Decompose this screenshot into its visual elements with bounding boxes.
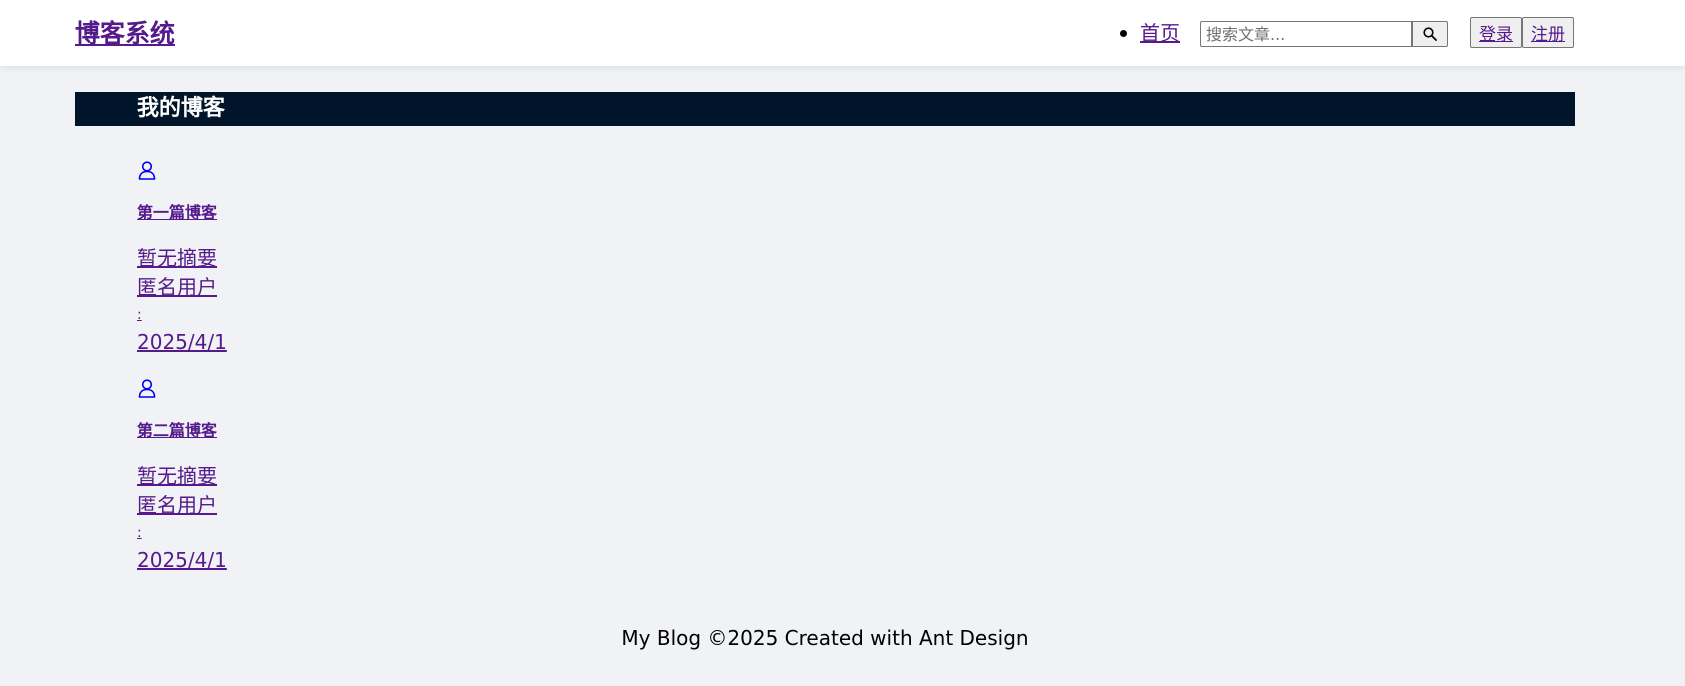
register-label: 注册 [1531,25,1565,45]
post-separator[interactable]: : [137,520,437,546]
page-title: 我的博客 [137,96,226,121]
post-author[interactable]: 匿名用户 [137,491,437,520]
post-meta: 暂无摘要 匿名用户 : 2025/4/1 [137,462,437,575]
list-bullet [1120,30,1127,37]
search-bar [1200,21,1448,47]
post-separator[interactable]: : [137,302,437,328]
search-input[interactable] [1200,21,1412,47]
login-label: 登录 [1479,25,1513,45]
post-title-link[interactable]: 第一篇博客 [137,203,217,222]
register-button[interactable]: 注册 [1522,17,1574,48]
post-title-link[interactable]: 第二篇博客 [137,421,217,440]
post-date[interactable]: 2025/4/1 [137,328,437,357]
auth-buttons: 登录 注册 [1470,17,1574,48]
post-summary[interactable]: 暂无摘要 [137,462,437,491]
user-icon [138,161,156,180]
post-title: 第二篇博客 [137,420,437,442]
post-item[interactable]: 第二篇博客 暂无摘要 匿名用户 : 2025/4/1 [137,378,437,575]
search-icon [1423,27,1437,41]
main-nav: 首页 [1120,18,1180,48]
top-navbar: 博客系统 首页 登录 注册 [0,0,1685,66]
user-icon [138,379,156,398]
site-logo-link[interactable]: 博客系统 [75,17,175,51]
nav-item-home: 首页 [1120,18,1180,48]
login-button[interactable]: 登录 [1470,17,1522,48]
search-button[interactable] [1412,21,1448,47]
post-author[interactable]: 匿名用户 [137,273,437,302]
nav-link-home[interactable]: 首页 [1140,21,1180,45]
post-date[interactable]: 2025/4/1 [137,546,437,575]
post-meta: 暂无摘要 匿名用户 : 2025/4/1 [137,244,437,357]
post-item[interactable]: 第一篇博客 暂无摘要 匿名用户 : 2025/4/1 [137,160,437,357]
post-title: 第一篇博客 [137,202,437,224]
footer-text: My Blog ©2025 Created with Ant Design [621,626,1029,650]
page-header: 我的博客 [75,92,1575,126]
post-summary[interactable]: 暂无摘要 [137,244,437,273]
